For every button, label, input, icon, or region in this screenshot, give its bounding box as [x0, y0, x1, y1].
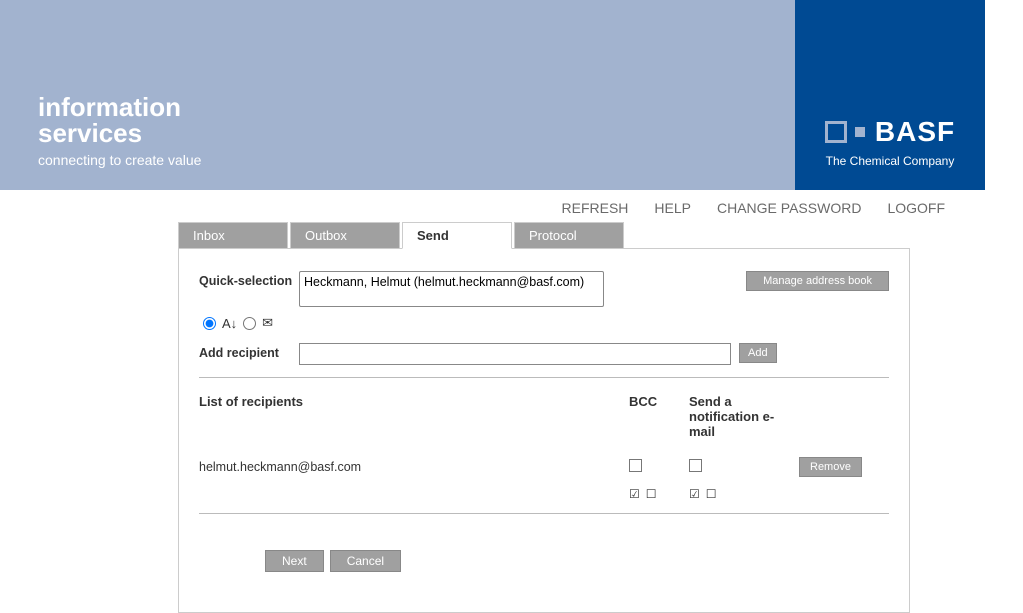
cancel-button[interactable]: Cancel — [330, 550, 401, 572]
bcc-uncheck-all-icon[interactable]: ☐ — [646, 487, 657, 501]
notif-uncheck-all-icon[interactable]: ☐ — [706, 487, 717, 501]
tab-protocol[interactable]: Protocol — [514, 222, 624, 249]
nav-logoff[interactable]: LOGOFF — [887, 200, 945, 216]
basf-dot-icon — [855, 127, 865, 137]
information-services-logo: information services connecting to creat… — [38, 94, 201, 168]
basf-text: BASF — [875, 116, 955, 148]
quick-selection-option[interactable]: Heckmann, Helmut (helmut.heckmann@basf.c… — [304, 275, 599, 290]
logo-tagline: connecting to create value — [38, 152, 201, 168]
header-left: information services connecting to creat… — [0, 0, 795, 190]
add-button[interactable]: Add — [739, 343, 777, 363]
sort-mail-radio[interactable] — [243, 317, 256, 330]
envelope-icon: ✉ — [262, 315, 273, 331]
basf-logo: BASF — [825, 116, 955, 148]
send-panel: Quick-selection Heckmann, Helmut (helmut… — [178, 248, 910, 613]
notification-header: Send a notification e-mail — [689, 394, 799, 439]
tab-send[interactable]: Send — [402, 222, 512, 249]
bcc-check-all-icon[interactable]: ☑ — [629, 487, 640, 501]
basf-square-icon — [825, 121, 847, 143]
top-nav: REFRESH HELP CHANGE PASSWORD LOGOFF — [0, 190, 985, 222]
recipient-email: helmut.heckmann@basf.com — [199, 460, 629, 474]
manage-address-book-button[interactable]: Manage address book — [746, 271, 889, 291]
recipient-row: helmut.heckmann@basf.com Remove — [199, 457, 889, 477]
header: information services connecting to creat… — [0, 0, 985, 190]
tab-bar: Inbox Outbox Send Protocol — [178, 222, 878, 249]
notification-checkbox[interactable] — [689, 459, 702, 472]
logo-word-2: services — [38, 118, 142, 148]
quick-selection-list[interactable]: Heckmann, Helmut (helmut.heckmann@basf.c… — [299, 271, 604, 307]
bcc-checkbox[interactable] — [629, 459, 642, 472]
divider-2 — [199, 513, 889, 514]
bcc-header: BCC — [629, 394, 689, 409]
nav-help[interactable]: HELP — [654, 200, 691, 216]
add-recipient-input[interactable] — [299, 343, 731, 365]
action-row: Next Cancel — [199, 550, 889, 572]
nav-refresh[interactable]: REFRESH — [562, 200, 629, 216]
basf-tagline: The Chemical Company — [826, 154, 955, 168]
divider — [199, 377, 889, 378]
sort-alpha-radio[interactable] — [203, 317, 216, 330]
remove-button[interactable]: Remove — [799, 457, 862, 477]
nav-change-password[interactable]: CHANGE PASSWORD — [717, 200, 861, 216]
notif-check-all-icon[interactable]: ☑ — [689, 487, 700, 501]
toggle-all-row: ☑ ☐ ☑ ☐ — [199, 487, 889, 501]
tab-inbox[interactable]: Inbox — [178, 222, 288, 249]
header-brand: BASF The Chemical Company — [795, 0, 985, 190]
recipients-header: List of recipients — [199, 394, 629, 409]
tab-outbox[interactable]: Outbox — [290, 222, 400, 249]
next-button[interactable]: Next — [265, 550, 324, 572]
recipients-header-row: List of recipients BCC Send a notificati… — [199, 394, 889, 439]
sort-alpha-icon: A↓ — [222, 316, 237, 331]
add-recipient-label: Add recipient — [199, 343, 299, 360]
quick-selection-label: Quick-selection — [199, 271, 299, 288]
sort-mode-row: A↓ ✉ — [199, 315, 889, 331]
